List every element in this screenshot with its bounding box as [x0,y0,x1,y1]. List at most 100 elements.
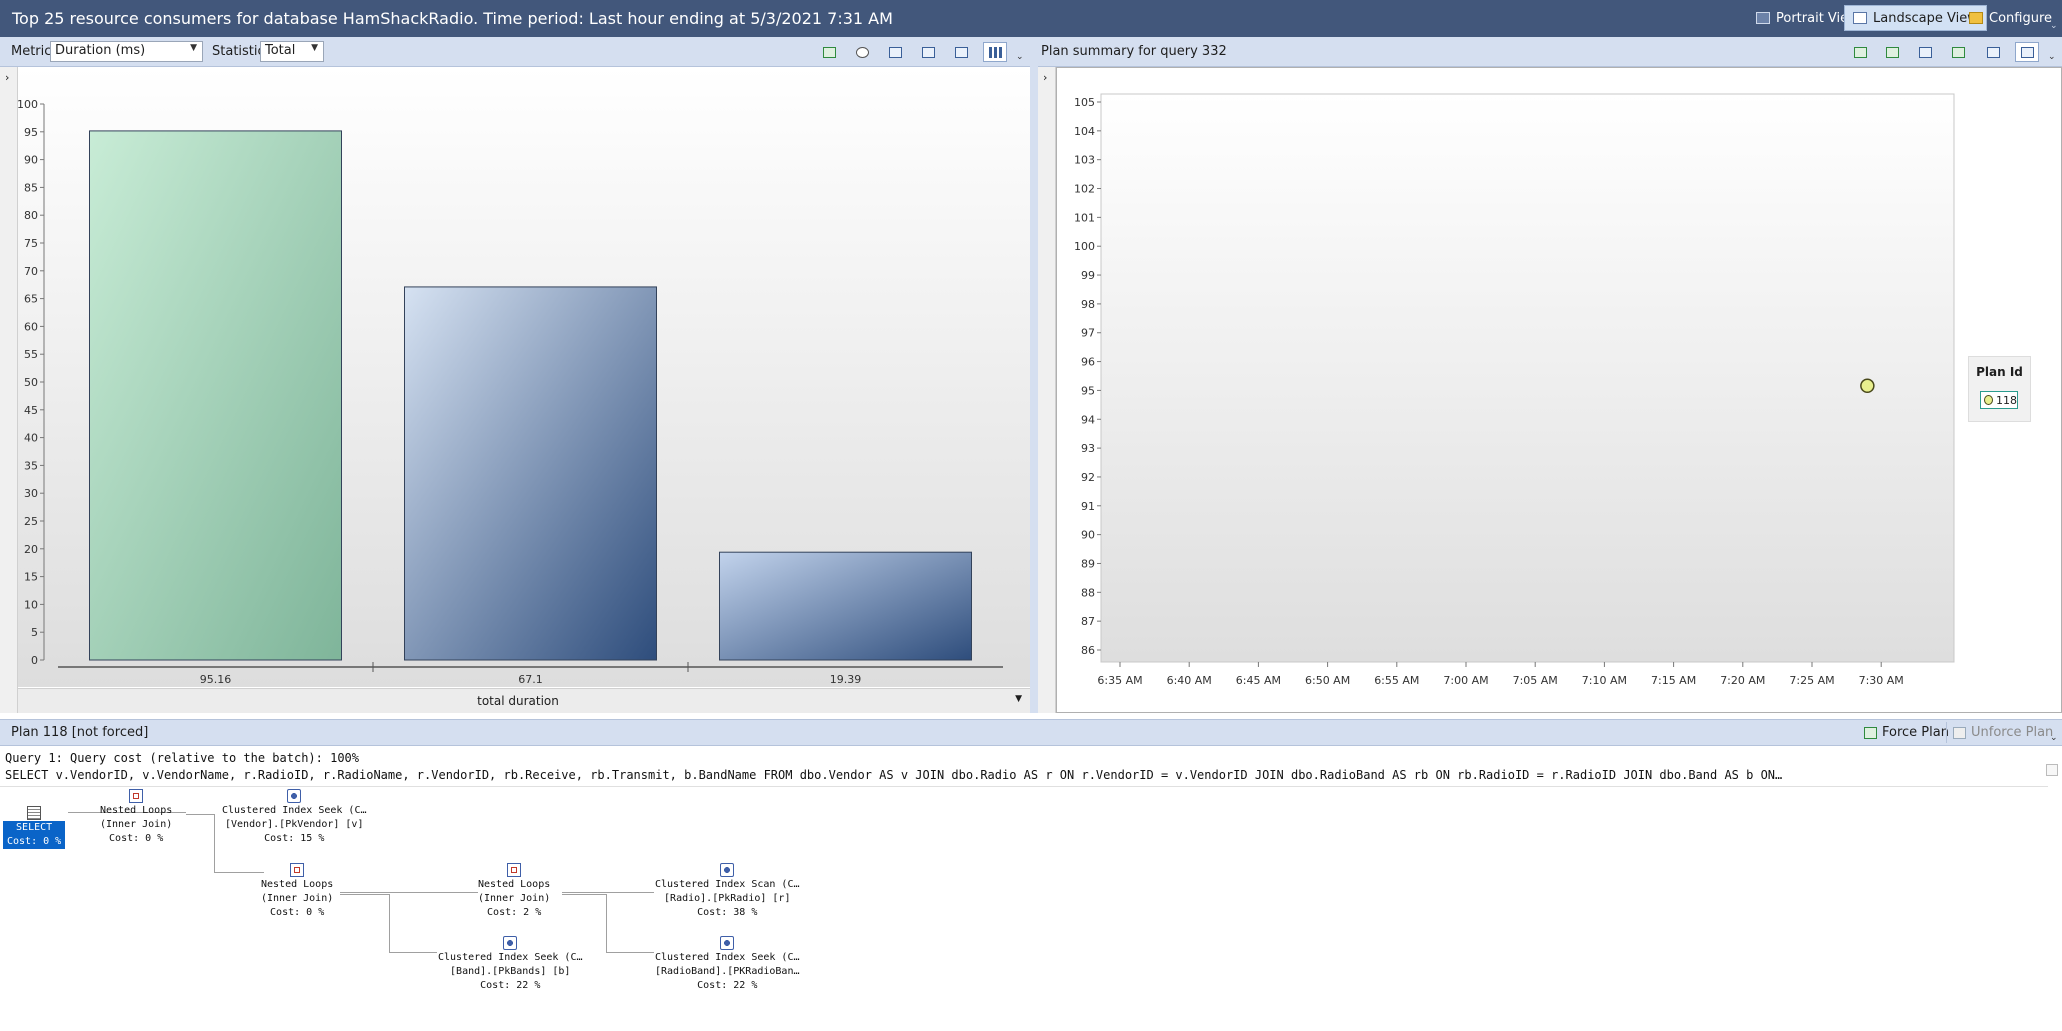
expand-arrow-icon[interactable]: › [5,71,9,84]
y-tick-label: 103 [1074,154,1095,167]
bar [404,286,657,661]
y-tick-label: 5 [31,626,38,639]
view-plan-button[interactable] [883,42,907,62]
expand-arrow-icon[interactable]: › [1043,71,1047,84]
track-query-button[interactable] [850,42,874,62]
y-tick-label: 91 [1081,500,1095,513]
x-tick-label: 6:45 AM [1236,674,1281,687]
select-node-cost: Cost: 0 % [7,836,62,847]
force-plan-button[interactable]: Force Plan [1858,722,1955,743]
landscape-view-icon [1853,12,1867,24]
configure-button[interactable]: Configure [1960,5,2061,31]
unforce-plan-label: Unforce Plan [1971,725,2054,740]
plan-edge [340,892,478,893]
view-plan-icon [888,46,902,58]
force-plan-toolbar-button[interactable] [1913,42,1937,62]
grid-detail-icon [954,46,968,58]
node-cost: Cost: 22 % [480,980,541,991]
pane-splitter[interactable] [1030,37,1038,713]
y-tick-label: 105 [1074,96,1095,109]
node-cost: Cost: 22 % [697,980,758,991]
node-cost: Cost: 0 % [270,907,325,918]
chart-legend: Plan Id 118 [1968,356,2031,422]
unforce-plan-toolbar-button[interactable] [1946,42,1970,62]
bar-category-label: 95.16 [200,673,232,686]
plan-node-seek-radioband[interactable]: Clustered Index Seek (C… [RadioBand].[PK… [655,936,800,993]
chevron-down-icon: ▼ [311,43,318,53]
legend-item-plan[interactable]: 118 [1980,391,2018,409]
refresh-button[interactable] [1848,42,1872,62]
chart-view-button[interactable] [983,42,1007,62]
x-tick-label: 7:15 AM [1651,674,1696,687]
y-tick-label: 93 [1081,442,1095,455]
plan-edge [562,894,606,895]
plan-node-nested-loops-1[interactable]: Nested Loops (Inner Join) Cost: 0 % [100,789,172,846]
plan-node-nested-loops-3[interactable]: Nested Loops (Inner Join) Cost: 2 % [478,863,550,920]
statistic-dropdown[interactable]: Total ▼ [260,41,324,62]
plan-header: Plan 118 [not forced] Force Plan Unforce… [0,719,2062,746]
chart-icon [988,46,1002,58]
scroll-button[interactable] [2046,764,2058,776]
chevron-down-icon[interactable]: ▼ [1015,694,1022,704]
y-tick-label: 45 [24,404,38,417]
grid-view-button[interactable] [916,42,940,62]
unforce-plan-icon [1953,726,1966,739]
y-tick-label: 90 [1081,529,1095,542]
y-tick-label: 104 [1074,125,1095,138]
x-tick-label: 7:30 AM [1859,674,1904,687]
bar-category-label: 67.1 [518,673,543,686]
y-tick-label: 15 [24,571,38,584]
refresh-button[interactable] [817,42,841,62]
x-axis-selector[interactable]: total duration ▼ [18,688,1030,713]
overflow-chevron-icon[interactable]: ⌄ [2050,22,2058,31]
node-detail: [RadioBand].[PKRadioBan… [655,966,800,977]
force-plan-icon [1864,726,1877,739]
y-tick-label: 96 [1081,356,1095,369]
y-tick-label: 102 [1074,183,1095,196]
chart-icon [2020,46,2034,58]
plan-node-seek-band[interactable]: Clustered Index Seek (C… [Band].[PkBands… [438,936,583,993]
overflow-chevron-icon[interactable]: ⌄ [2050,734,2058,743]
node-cost: Cost: 38 % [697,907,758,918]
metric-dropdown[interactable]: Duration (ms) ▼ [50,41,203,62]
node-op: Clustered Index Seek (C… [655,952,800,963]
sql-text: SELECT v.VendorID, v.VendorName, r.Radio… [5,768,1783,782]
metric-value: Duration (ms) [55,43,146,58]
plan-edge [562,892,654,893]
plan-node-seek-vendor[interactable]: Clustered Index Seek (C… [Vendor].[PkVen… [222,789,367,846]
divider [0,786,2048,787]
plan-node-select[interactable]: SELECT Cost: 0 % [3,806,66,849]
node-op: Clustered Index Scan (C… [655,879,800,890]
y-tick-label: 101 [1074,211,1095,224]
y-tick-label: 97 [1081,327,1095,340]
bar [719,551,972,661]
bar [89,130,342,661]
right-collapse-strip[interactable]: › [1038,67,1056,713]
y-tick-label: 86 [1081,644,1095,657]
plan-node-scan-radio[interactable]: Clustered Index Scan (C… [Radio].[PkRadi… [655,863,800,920]
bar-category-label: 19.39 [830,673,862,686]
grid-detail-button[interactable] [949,42,973,62]
node-cost: Cost: 2 % [487,907,542,918]
y-tick-label: 88 [1081,586,1095,599]
overflow-chevron-icon[interactable]: ⌄ [1016,53,1024,62]
left-collapse-strip[interactable]: › [0,67,18,713]
plan-node-nested-loops-2[interactable]: Nested Loops (Inner Join) Cost: 0 % [261,863,333,920]
bar-chart-svg: 0 5 10 15 20 25 30 35 40 45 50 55 60 65 70 75 80 85 90 95 10… [3,98,1003,686]
y-tick-label: 90 [24,154,38,167]
x-tick-label: 7:10 AM [1582,674,1627,687]
query-cost-text: Query 1: Query cost (relative to the bat… [5,751,360,765]
grid-view-button[interactable] [1981,42,2005,62]
plan-edge [186,814,214,815]
node-detail: [Radio].[PkRadio] [r] [664,893,791,904]
unforce-plan-button[interactable]: Unforce Plan [1946,722,2059,743]
force-plan-label: Force Plan [1882,725,1949,740]
compare-plans-icon [1885,46,1899,58]
compare-plans-button[interactable] [1880,42,1904,62]
nested-loops-icon [129,789,144,803]
y-tick-label: 10 [24,598,38,611]
chart-view-button[interactable] [2015,42,2039,62]
node-op: Nested Loops [478,879,551,890]
overflow-chevron-icon[interactable]: ⌄ [2048,53,2056,62]
x-tick-label: 7:20 AM [1720,674,1765,687]
